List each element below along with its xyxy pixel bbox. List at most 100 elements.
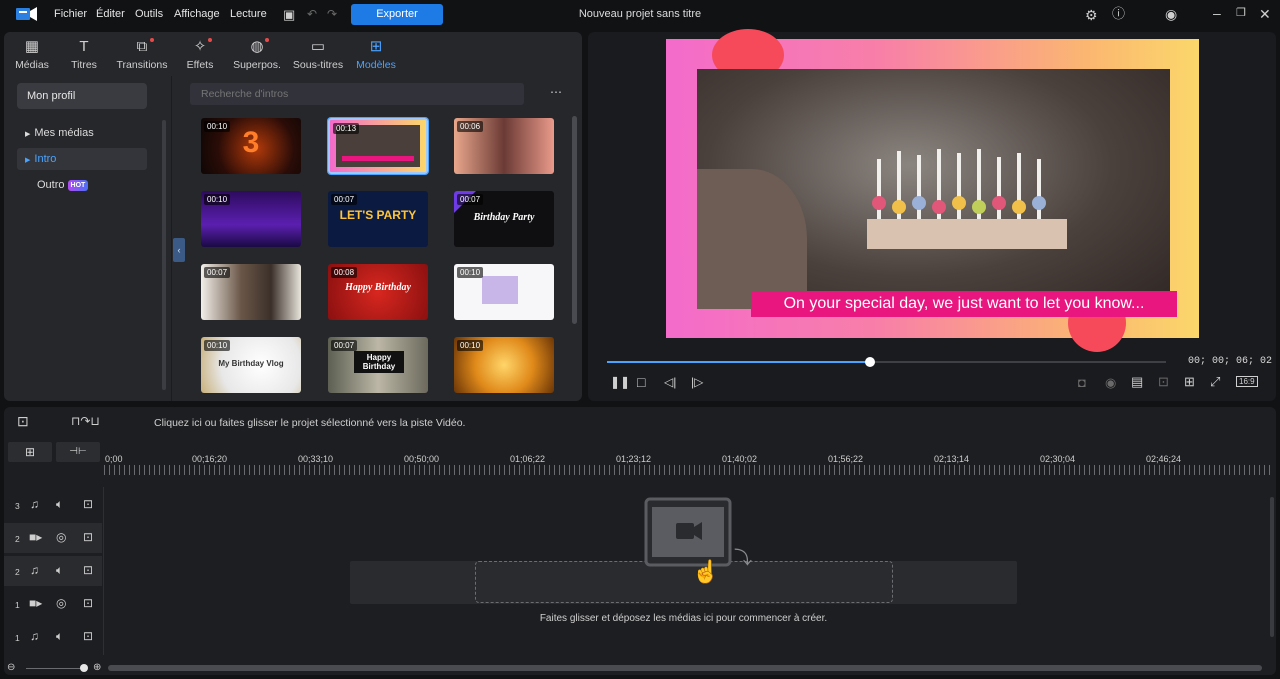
- previous-frame-icon[interactable]: ◁|: [664, 376, 676, 388]
- restore-icon[interactable]: ❐: [1236, 8, 1246, 19]
- sidebar-item-label: Intro: [34, 153, 57, 165]
- menu-lecture[interactable]: Lecture: [230, 8, 267, 20]
- template-thumbnail[interactable]: 00:06: [454, 118, 554, 174]
- tab-label: Modèles: [356, 59, 396, 71]
- new-dot: [150, 38, 154, 42]
- visibility-icon[interactable]: ◎: [56, 596, 66, 610]
- template-thumbnail[interactable]: 00:10: [454, 264, 554, 320]
- track-manager-icon[interactable]: ⊡: [17, 414, 29, 428]
- transition-icon: ⧉: [136, 38, 148, 55]
- fit-timeline-icon[interactable]: ⊣⊢: [56, 442, 100, 462]
- record-icon[interactable]: ◉: [1105, 376, 1116, 389]
- track-number: 3: [15, 501, 20, 511]
- music-icon: ♫: [30, 629, 39, 643]
- template-title: Happy Birthday: [354, 351, 404, 373]
- timeline-ruler[interactable]: [104, 465, 1272, 475]
- snapshot-icon[interactable]: ◘: [1078, 376, 1086, 389]
- grid-scrollbar[interactable]: [572, 116, 577, 324]
- template-thumbnail[interactable]: 00:07 LET'S PARTY: [328, 191, 428, 247]
- zoom-out-icon[interactable]: ⊖: [7, 663, 15, 673]
- visibility-icon[interactable]: ◎: [56, 530, 66, 544]
- volume-icon[interactable]: 🔈︎: [56, 629, 63, 644]
- menu-fichier[interactable]: Fichier: [54, 8, 87, 20]
- sidebar-item-outro[interactable]: Outro HOT: [17, 174, 147, 196]
- template-thumbnail[interactable]: 00:07 Happy Birthday: [328, 337, 428, 393]
- duration-badge: 00:10: [204, 194, 231, 205]
- menu-outils[interactable]: Outils: [135, 8, 163, 20]
- redo-icon[interactable]: ↷: [327, 8, 337, 20]
- template-thumbnail[interactable]: 00:07 Birthday Party: [454, 191, 554, 247]
- stop-icon[interactable]: □: [637, 375, 645, 389]
- lock-icon[interactable]: ⊡: [83, 563, 93, 577]
- volume-icon[interactable]: 🔈︎: [56, 563, 63, 578]
- pause-icon[interactable]: ❚❚: [610, 376, 630, 388]
- sidebar-item-label: Mes médias: [34, 127, 94, 139]
- my-profile-button[interactable]: Mon profil: [17, 83, 147, 109]
- template-thumbnail[interactable]: 00:07: [201, 264, 301, 320]
- undo-icon[interactable]: ↶: [307, 8, 317, 20]
- tab-effets[interactable]: ✧ Effets: [172, 38, 228, 71]
- template-thumbnail[interactable]: 00:10: [201, 191, 301, 247]
- tab-superpos[interactable]: ◍ Superpos.: [229, 38, 285, 71]
- thumbnail-image: [482, 276, 518, 304]
- template-thumbnail[interactable]: 00:10: [454, 337, 554, 393]
- lock-icon[interactable]: ⊡: [83, 629, 93, 643]
- sidebar-scrollbar[interactable]: [162, 120, 166, 390]
- zoom-icon[interactable]: ⊡: [1158, 375, 1169, 388]
- help-icon[interactable]: ⓘ: [1112, 7, 1125, 20]
- hot-badge: HOT: [67, 180, 89, 191]
- sidebar-item-mes-medias[interactable]: ▶ Mes médias: [17, 122, 147, 144]
- track-head-video-1[interactable]: 1 ■▸ ◎ ⊡: [4, 589, 102, 619]
- timeline-vertical-scrollbar[interactable]: [1270, 497, 1274, 637]
- tab-medias[interactable]: ▦ Médias: [4, 38, 60, 71]
- template-thumbnail[interactable]: 00:10 3: [201, 118, 301, 174]
- lock-icon[interactable]: ⊡: [83, 530, 93, 544]
- zoom-in-icon[interactable]: ⊕: [93, 663, 101, 673]
- timeline-hint[interactable]: Cliquez ici ou faites glisser le projet …: [154, 417, 465, 429]
- save-icon[interactable]: ▣: [283, 8, 295, 21]
- subtitle-toggle-icon[interactable]: ▤: [1131, 375, 1143, 388]
- add-track-icon[interactable]: ⊞: [8, 442, 52, 462]
- tab-modeles[interactable]: ⊞ Modèles: [348, 38, 404, 71]
- duration-badge: 00:07: [204, 267, 231, 278]
- template-thumbnail[interactable]: 00:10 My Birthday Vlog: [201, 337, 301, 393]
- timeline-horizontal-scrollbar[interactable]: [108, 665, 1262, 671]
- account-icon[interactable]: ◉: [1165, 7, 1177, 21]
- next-frame-icon[interactable]: |▷: [691, 376, 703, 388]
- tab-sous-titres[interactable]: ▭ Sous-titres: [290, 38, 346, 71]
- timeline-mode-icon[interactable]: ⊓↷⊔: [71, 415, 100, 427]
- track-head-audio-3[interactable]: 3 ♫ 🔈︎ ⊡: [4, 490, 102, 520]
- lock-icon[interactable]: ⊡: [83, 596, 93, 610]
- template-thumbnail[interactable]: 00:08 Happy Birthday: [328, 264, 428, 320]
- minimize-icon[interactable]: –: [1213, 6, 1221, 20]
- menu-affichage[interactable]: Affichage: [174, 8, 220, 20]
- template-title: Happy Birthday: [345, 282, 411, 293]
- progress-handle[interactable]: [864, 357, 875, 367]
- app-logo-icon: [16, 6, 38, 22]
- track-head-audio-1[interactable]: 1 ♫ 🔈︎ ⊡: [4, 622, 102, 652]
- collapse-sidebar-icon[interactable]: ‹: [173, 238, 185, 262]
- layout-icon[interactable]: ⊞: [1184, 375, 1195, 388]
- settings-icon[interactable]: ⚙: [1085, 8, 1098, 22]
- lock-icon[interactable]: ⊡: [83, 497, 93, 511]
- close-icon[interactable]: ✕: [1259, 7, 1271, 21]
- menu-editer[interactable]: Éditer: [96, 8, 125, 20]
- template-title: LET'S PARTY: [339, 208, 417, 222]
- zoom-slider[interactable]: [26, 668, 84, 669]
- video-preview[interactable]: On your special day, we just want to let…: [666, 29, 1199, 352]
- track-head-video-2[interactable]: 2 ■▸ ◎ ⊡: [4, 523, 102, 553]
- more-options-icon[interactable]: ⋯: [550, 86, 562, 98]
- export-button[interactable]: Exporter: [351, 4, 443, 25]
- tab-transitions[interactable]: ⧉ Transitions: [114, 38, 170, 71]
- playback-progress-bar[interactable]: [607, 357, 1166, 367]
- template-title: Birthday Party: [473, 212, 535, 223]
- aspect-ratio-button[interactable]: 16:9: [1236, 376, 1258, 387]
- zoom-slider-handle[interactable]: [80, 664, 88, 672]
- track-head-audio-2[interactable]: 2 ♫ 🔈︎ ⊡: [4, 556, 102, 586]
- sidebar-item-intro[interactable]: ▶ Intro: [17, 148, 147, 170]
- fullscreen-icon[interactable]: ⤢: [1210, 375, 1220, 388]
- template-thumbnail-selected[interactable]: 00:13: [328, 118, 428, 174]
- tab-titres[interactable]: T Titres: [56, 38, 112, 71]
- volume-icon[interactable]: 🔈︎: [56, 497, 63, 512]
- search-input[interactable]: [190, 83, 524, 105]
